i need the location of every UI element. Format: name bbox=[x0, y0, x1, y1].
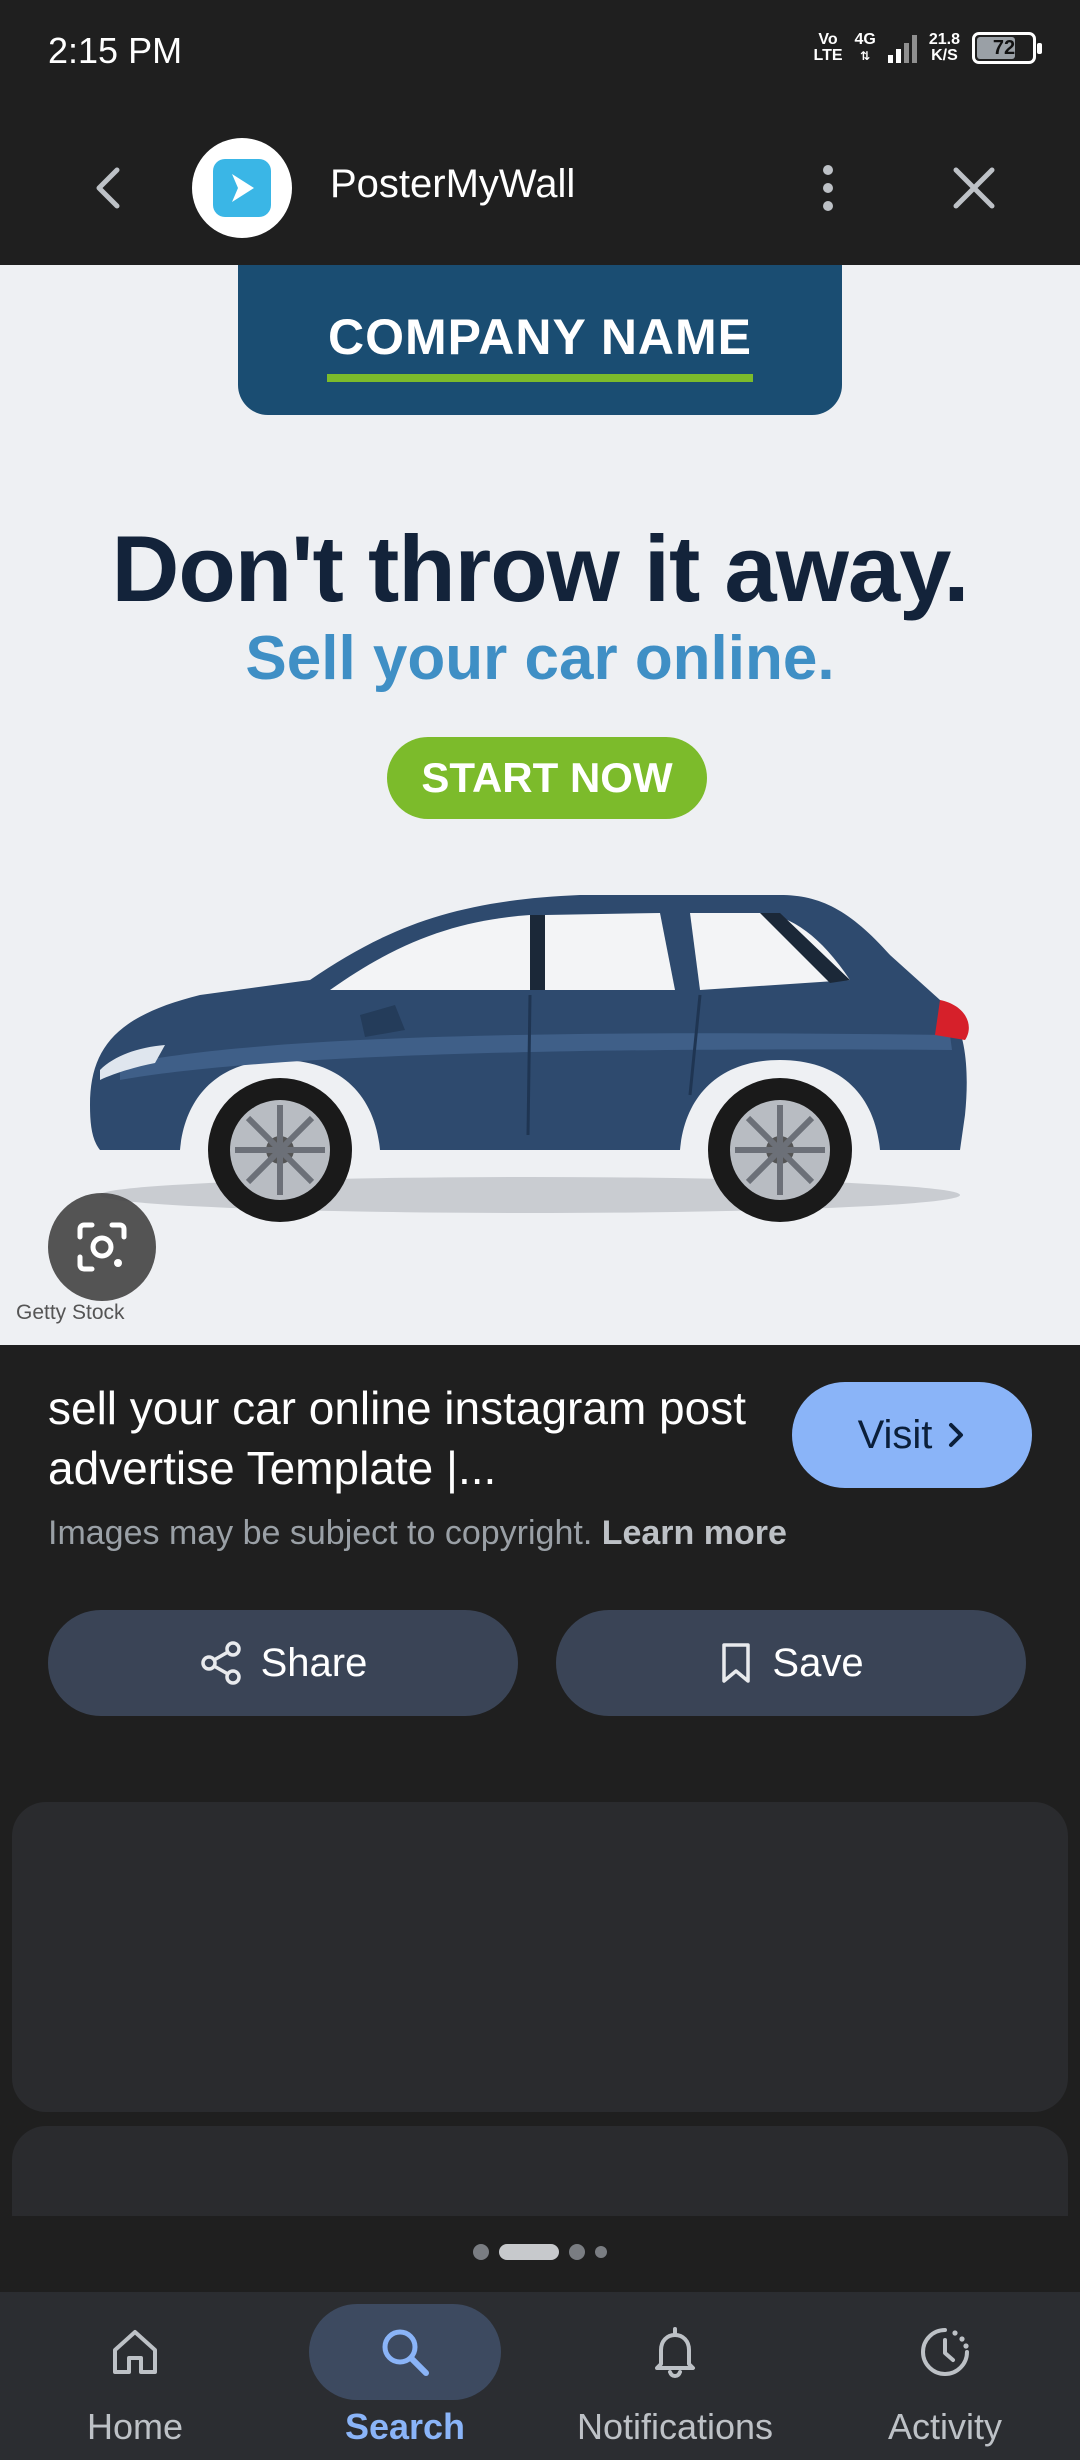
more-options-button[interactable] bbox=[806, 158, 850, 218]
search-icon bbox=[382, 2329, 429, 2376]
ad-headline: Don't throw it away. bbox=[111, 516, 969, 621]
volte-indicator: Vo LTE bbox=[813, 31, 843, 64]
bookmark-icon bbox=[722, 1643, 751, 1683]
carousel-dot bbox=[473, 2244, 489, 2260]
related-card[interactable] bbox=[12, 2126, 1068, 2216]
nav-activity[interactable]: Activity bbox=[810, 2292, 1080, 2460]
data-speed: 21.8 K/S bbox=[928, 31, 960, 64]
copyright-notice: Images may be subject to copyright. Lear… bbox=[48, 1514, 787, 1553]
nav-search[interactable]: Search bbox=[270, 2292, 540, 2460]
chevron-left-icon bbox=[96, 167, 120, 209]
nav-activity-label: Activity bbox=[887, 2406, 1002, 2447]
close-button[interactable] bbox=[944, 158, 1004, 218]
company-underline bbox=[327, 374, 753, 382]
status-bar: 2:15 PM Vo LTE 4G ⇅ 21.8 K/S 72 bbox=[0, 0, 1080, 110]
save-button[interactable]: Save bbox=[556, 1610, 1026, 1716]
visit-label: Visit bbox=[857, 1412, 933, 1457]
lens-icon bbox=[77, 1222, 127, 1272]
battery-level: 72 bbox=[992, 36, 1016, 59]
activity-icon bbox=[921, 2328, 969, 2376]
bottom-navigation: Home Search Notifications Activity bbox=[0, 2292, 1080, 2460]
copyright-text: Images may be subject to copyright. bbox=[48, 1514, 593, 1552]
google-lens-button[interactable] bbox=[48, 1193, 156, 1301]
chevron-right-icon bbox=[949, 1423, 964, 1447]
carousel-dot bbox=[569, 2244, 585, 2260]
carousel-indicator bbox=[0, 2244, 1080, 2260]
nav-home-label: Home bbox=[86, 2406, 184, 2447]
status-time: 2:15 PM bbox=[48, 30, 183, 71]
car-illustration bbox=[90, 895, 969, 1222]
network-type: 4G ⇅ bbox=[854, 31, 876, 64]
related-card[interactable] bbox=[12, 1802, 1068, 2112]
result-image[interactable]: COMPANY NAME Don't throw it away. Sell y… bbox=[0, 265, 1080, 1345]
nav-search-label: Search bbox=[344, 2406, 466, 2447]
site-name[interactable]: PosterMyWall bbox=[330, 162, 575, 207]
carousel-dot-active bbox=[499, 2244, 559, 2260]
share-button[interactable]: Share bbox=[48, 1610, 518, 1716]
share-icon bbox=[200, 1641, 241, 1685]
back-button[interactable] bbox=[78, 158, 138, 218]
bell-icon bbox=[655, 2327, 695, 2379]
home-icon bbox=[113, 2330, 157, 2374]
postermywall-logo-icon bbox=[213, 159, 271, 217]
viewer-header: PosterMyWall bbox=[0, 110, 1080, 265]
close-icon bbox=[953, 167, 995, 209]
site-logo[interactable] bbox=[192, 138, 292, 238]
signal-icon bbox=[887, 33, 917, 63]
save-label: Save bbox=[772, 1640, 864, 1685]
carousel-dot bbox=[595, 2246, 607, 2258]
company-name: COMPANY NAME bbox=[327, 309, 753, 365]
battery-icon: 72 bbox=[972, 32, 1042, 64]
nav-notifications[interactable]: Notifications bbox=[540, 2292, 810, 2460]
visit-button[interactable]: Visit bbox=[792, 1382, 1032, 1488]
company-name-banner: COMPANY NAME bbox=[238, 265, 842, 415]
image-credit: Getty Stock bbox=[16, 1301, 125, 1324]
status-icons: Vo LTE 4G ⇅ 21.8 K/S 72 bbox=[813, 31, 1042, 64]
nav-home[interactable]: Home bbox=[0, 2292, 270, 2460]
ad-subheadline: Sell your car online. bbox=[245, 624, 835, 693]
ad-start-now-graphic: START NOW bbox=[387, 737, 707, 819]
share-label: Share bbox=[260, 1640, 368, 1685]
learn-more-link[interactable]: Learn more bbox=[602, 1514, 787, 1552]
nav-notifications-label: Notifications bbox=[576, 2406, 774, 2447]
result-title[interactable]: sell your car online instagram post adve… bbox=[48, 1378, 748, 1498]
